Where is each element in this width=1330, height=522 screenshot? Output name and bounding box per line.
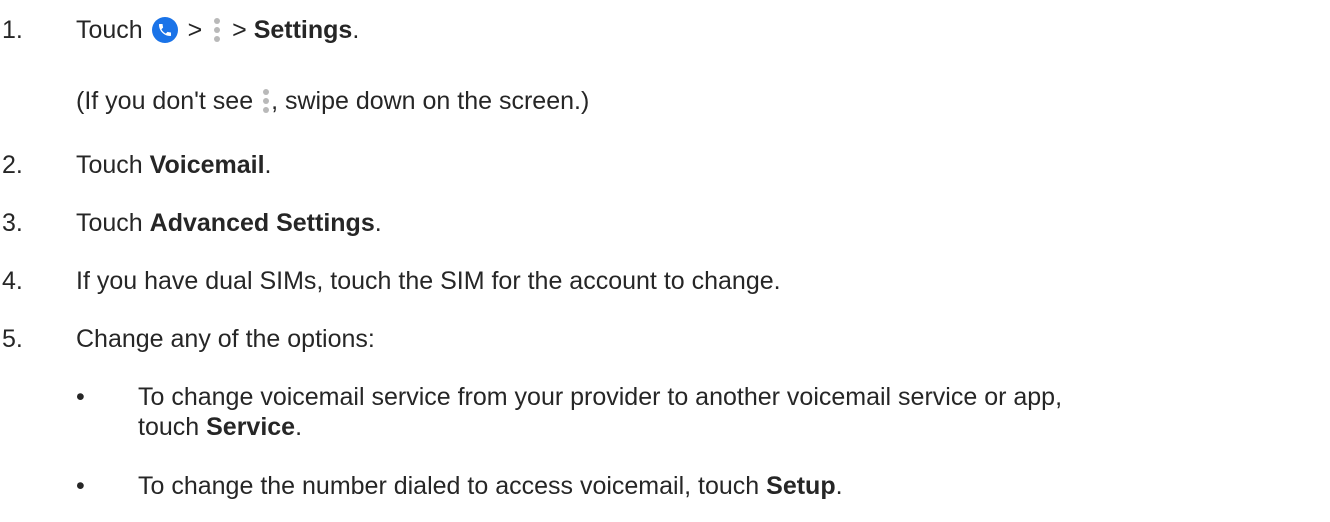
step-text: Touch > > Settings. xyxy=(76,15,359,45)
step-text: Touch Advanced Settings. xyxy=(76,208,382,238)
touch-word: Touch xyxy=(76,16,143,44)
bullet-line-2-prefix: touch xyxy=(138,413,207,441)
step-text: Touch Voicemail. xyxy=(76,150,272,180)
bullet-mark: • xyxy=(76,472,85,500)
step-number: 1. xyxy=(2,16,23,44)
step-text: If you have dual SIMs, touch the SIM for… xyxy=(76,267,781,295)
step-1-note: (If you don't see , swipe down on the sc… xyxy=(76,86,589,116)
bullet-text: To change the number dialed to access vo… xyxy=(138,471,1330,501)
step-text: Change any of the options: xyxy=(76,325,375,353)
bullet-text: To change voicemail service from your pr… xyxy=(138,382,1330,442)
instructions-document: 1. Touch > > Settings. (If you don't see… xyxy=(0,0,1330,522)
more-vert-icon xyxy=(262,88,270,114)
step-number: 3. xyxy=(2,209,23,237)
bullet-line-1: To change voicemail service from your pr… xyxy=(138,383,1063,411)
voicemail-label: Voicemail xyxy=(149,151,265,179)
note-prefix: (If you don't see xyxy=(76,87,254,115)
period: . xyxy=(352,16,360,44)
period: . xyxy=(374,209,382,237)
period: . xyxy=(295,413,303,441)
separator: > xyxy=(187,16,203,44)
note-suffix: , swipe down on the screen.) xyxy=(271,87,590,115)
period: . xyxy=(264,151,272,179)
service-label: Service xyxy=(206,413,296,441)
separator: > xyxy=(232,16,247,44)
bullet-mark: • xyxy=(76,383,85,411)
phone-icon xyxy=(151,17,178,43)
advanced-settings-label: Advanced Settings xyxy=(149,209,375,237)
step-number: 5. xyxy=(2,325,23,353)
bullet-text-plain: To change the number dialed to access vo… xyxy=(138,472,767,500)
setup-label: Setup xyxy=(766,472,836,500)
step-text-plain: Touch xyxy=(76,151,150,179)
step-number: 2. xyxy=(2,151,23,179)
step-text-plain: Touch xyxy=(76,209,150,237)
more-vert-icon xyxy=(213,17,221,43)
settings-label: Settings xyxy=(253,16,353,44)
step-number: 4. xyxy=(2,267,23,295)
period: . xyxy=(835,472,843,500)
